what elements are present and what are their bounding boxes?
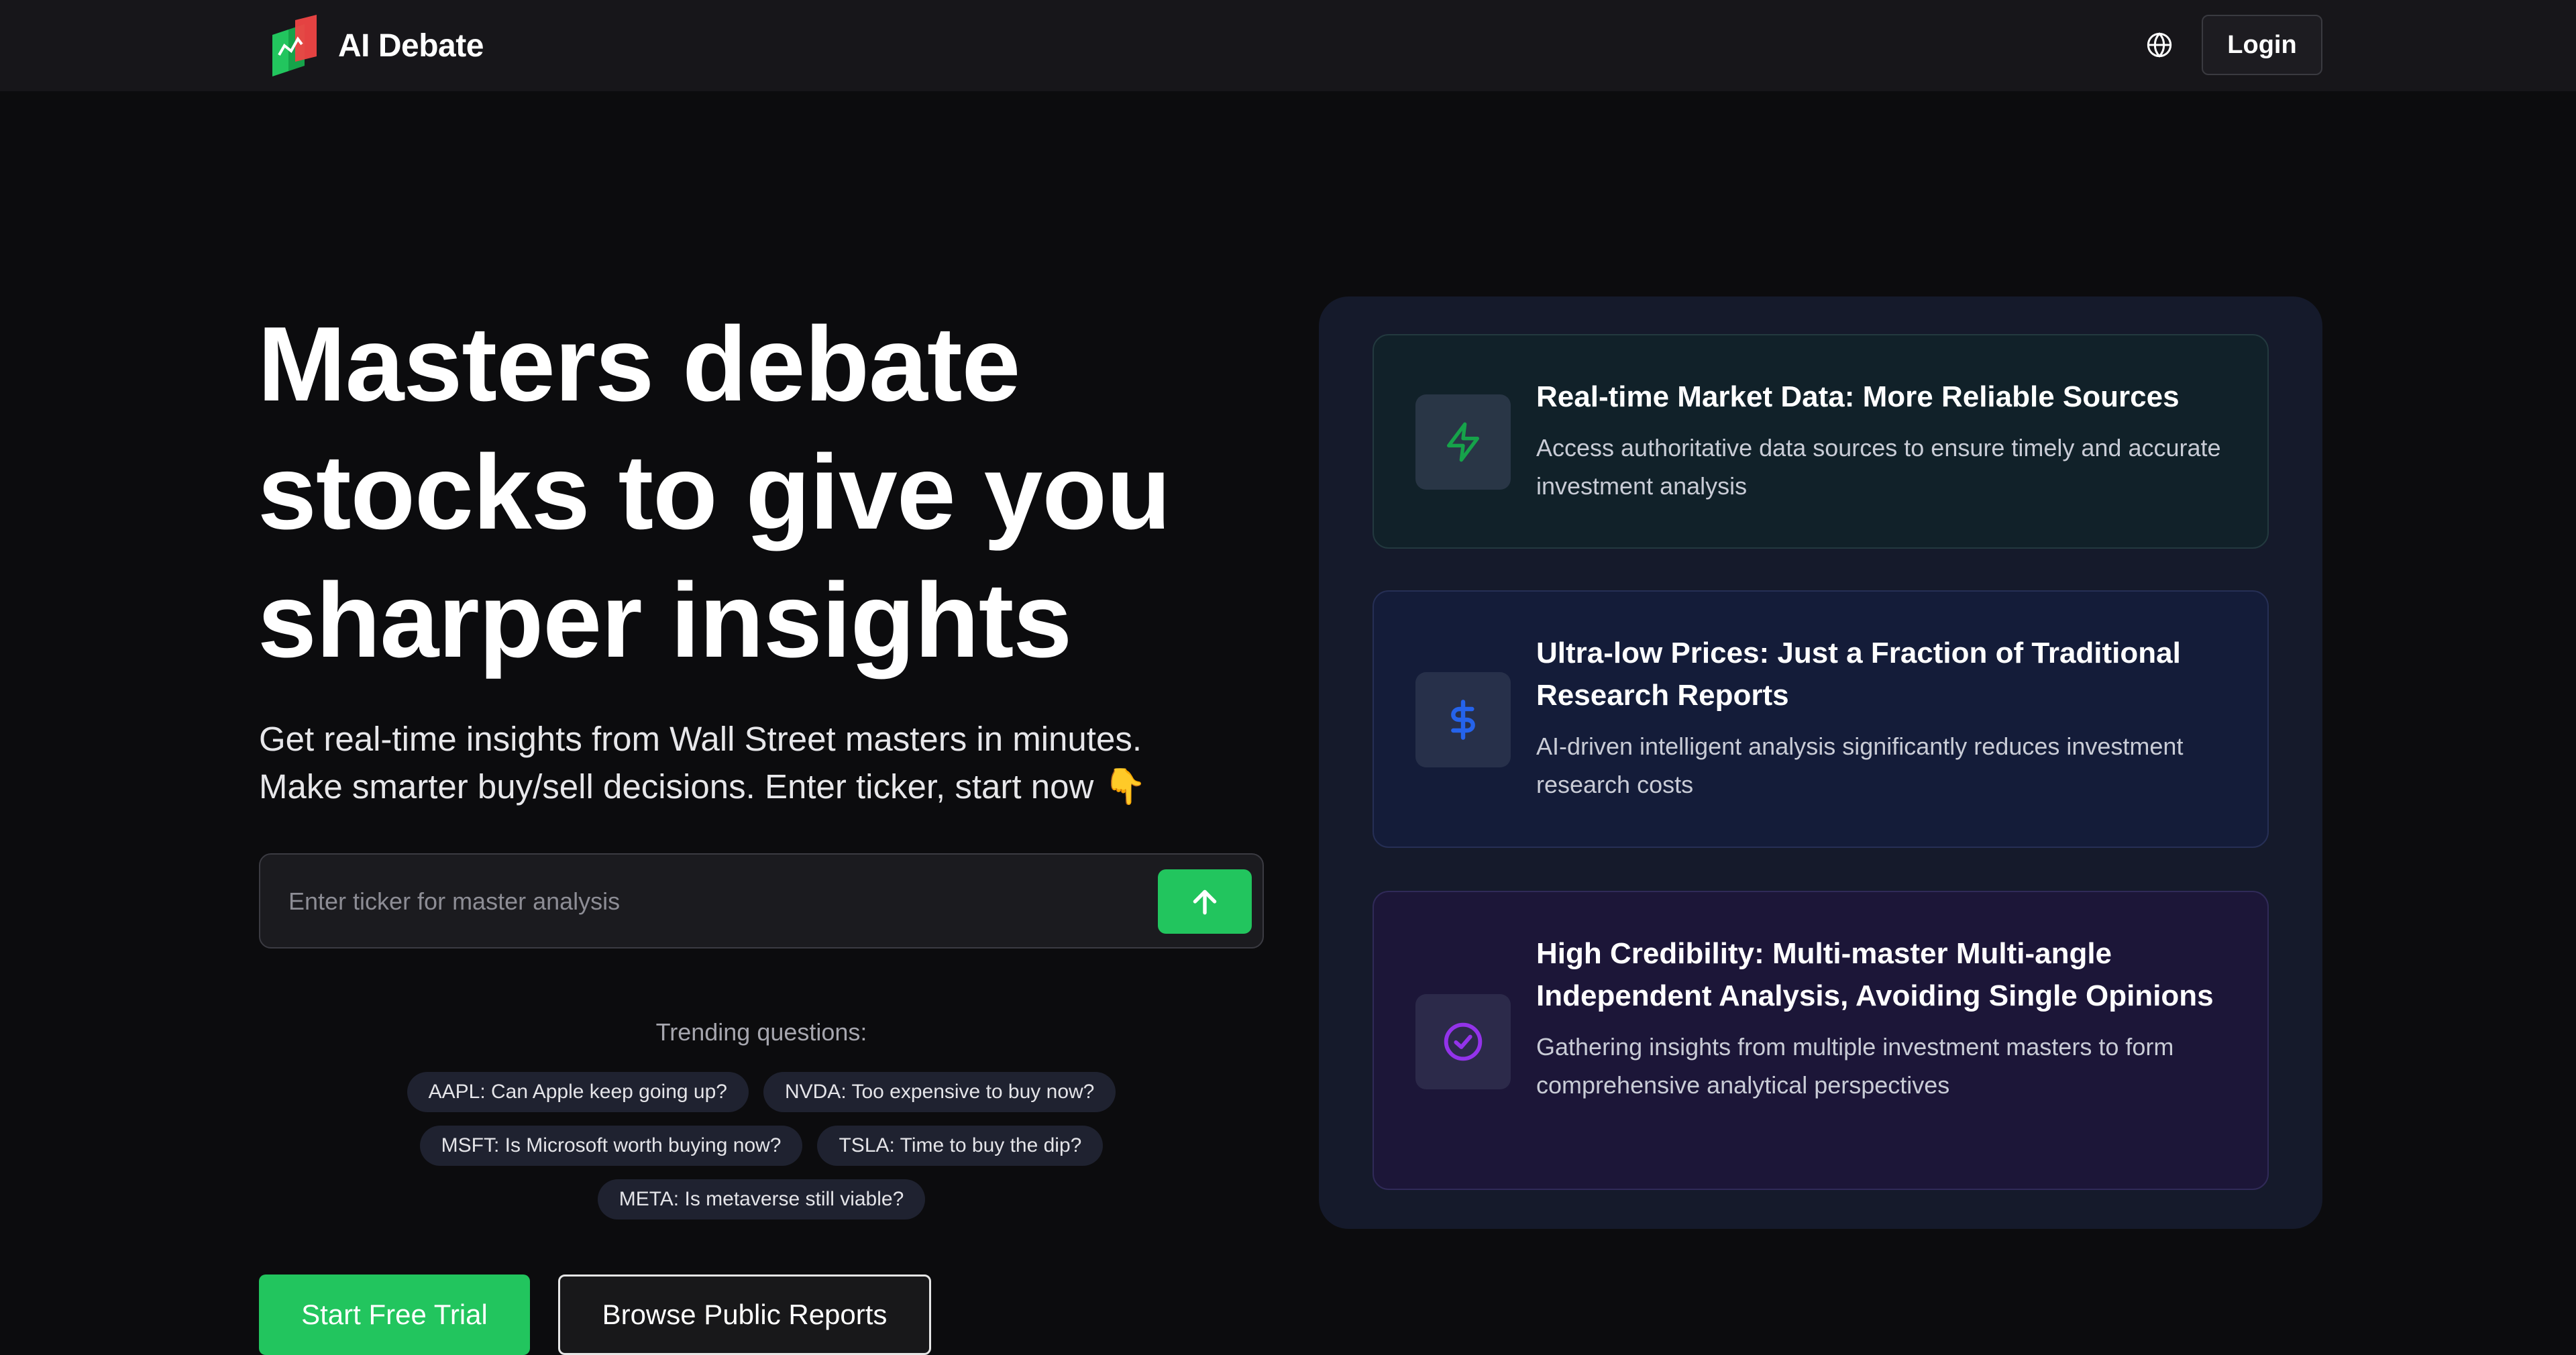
feature-text: Ultra-low Prices: Just a Fraction of Tra…: [1536, 632, 2247, 804]
ai-debate-logo-icon: [272, 15, 317, 76]
feature-card-market-data: Real-time Market Data: More Reliable Sou…: [1373, 334, 2269, 549]
lightning-icon: [1447, 422, 1479, 462]
feature-card-low-prices: Ultra-low Prices: Just a Fraction of Tra…: [1373, 590, 2269, 848]
trending-question-chip[interactable]: AAPL: Can Apple keep going up?: [407, 1072, 749, 1112]
trending-questions-row: MSFT: Is Microsoft worth buying now? TSL…: [259, 1126, 1264, 1166]
trending-question-chip[interactable]: META: Is metaverse still viable?: [597, 1179, 926, 1220]
features-panel: Real-time Market Data: More Reliable Sou…: [1319, 296, 2322, 1229]
trending-questions-label: Trending questions:: [655, 1018, 867, 1046]
trending-question-chip[interactable]: MSFT: Is Microsoft worth buying now?: [419, 1126, 803, 1166]
pointing-down-emoji: 👇: [1103, 767, 1147, 806]
globe-icon: [2147, 32, 2172, 58]
hero-subtitle: Get real-time insights from Wall Street …: [259, 715, 1305, 811]
hero-subtitle-line: Get real-time insights from Wall Street …: [259, 720, 1142, 758]
trending-questions-row: META: Is metaverse still viable?: [259, 1179, 1264, 1220]
feature-title: Real-time Market Data: More Reliable Sou…: [1536, 380, 2180, 413]
ticker-search-box: [259, 853, 1264, 949]
hero-title-line: stocks to give you: [258, 433, 1171, 551]
feature-icon-tile: [1415, 994, 1511, 1089]
trending-question-chip[interactable]: TSLA: Time to buy the dip?: [817, 1126, 1104, 1166]
trending-questions-row: AAPL: Can Apple keep going up? NVDA: Too…: [259, 1072, 1264, 1112]
feature-text: Real-time Market Data: More Reliable Sou…: [1536, 376, 2247, 505]
dollar-icon: [1451, 700, 1475, 740]
brand[interactable]: AI Debate: [268, 15, 484, 76]
feature-description: AI-driven intelligent analysis significa…: [1536, 733, 2184, 798]
browse-public-reports-button[interactable]: Browse Public Reports: [558, 1275, 931, 1355]
feature-icon-tile: [1415, 394, 1511, 490]
feature-title: High Credibility: Multi-master Multi-ang…: [1536, 937, 2214, 1012]
hero-title: Masters debate stocks to give you sharpe…: [258, 301, 1264, 685]
login-button[interactable]: Login: [2202, 15, 2322, 75]
top-navigation-bar: AI Debate Login: [0, 0, 2576, 91]
trending-question-chip[interactable]: NVDA: Too expensive to buy now?: [763, 1072, 1116, 1112]
feature-description: Access authoritative data sources to ens…: [1536, 434, 2221, 500]
feature-description: Gathering insights from multiple investm…: [1536, 1033, 2174, 1099]
hero-title-line: Masters debate: [258, 305, 1020, 423]
start-free-trial-button[interactable]: Start Free Trial: [259, 1275, 530, 1355]
feature-title: Ultra-low Prices: Just a Fraction of Tra…: [1536, 637, 2181, 712]
check-circle-icon: [1444, 1022, 1483, 1061]
language-switcher-button[interactable]: [2144, 30, 2175, 60]
brand-name: AI Debate: [338, 28, 484, 64]
submit-ticker-button[interactable]: [1158, 869, 1252, 934]
feature-card-credibility: High Credibility: Multi-master Multi-ang…: [1373, 891, 2269, 1190]
arrow-up-icon: [1193, 889, 1217, 915]
hero-subtitle-line: Make smarter buy/sell decisions. Enter t…: [259, 767, 1094, 806]
feature-text: High Credibility: Multi-master Multi-ang…: [1536, 932, 2247, 1104]
ticker-search-input[interactable]: [287, 877, 1092, 926]
feature-icon-tile: [1415, 672, 1511, 767]
hero-title-line: sharper insights: [258, 561, 1072, 680]
